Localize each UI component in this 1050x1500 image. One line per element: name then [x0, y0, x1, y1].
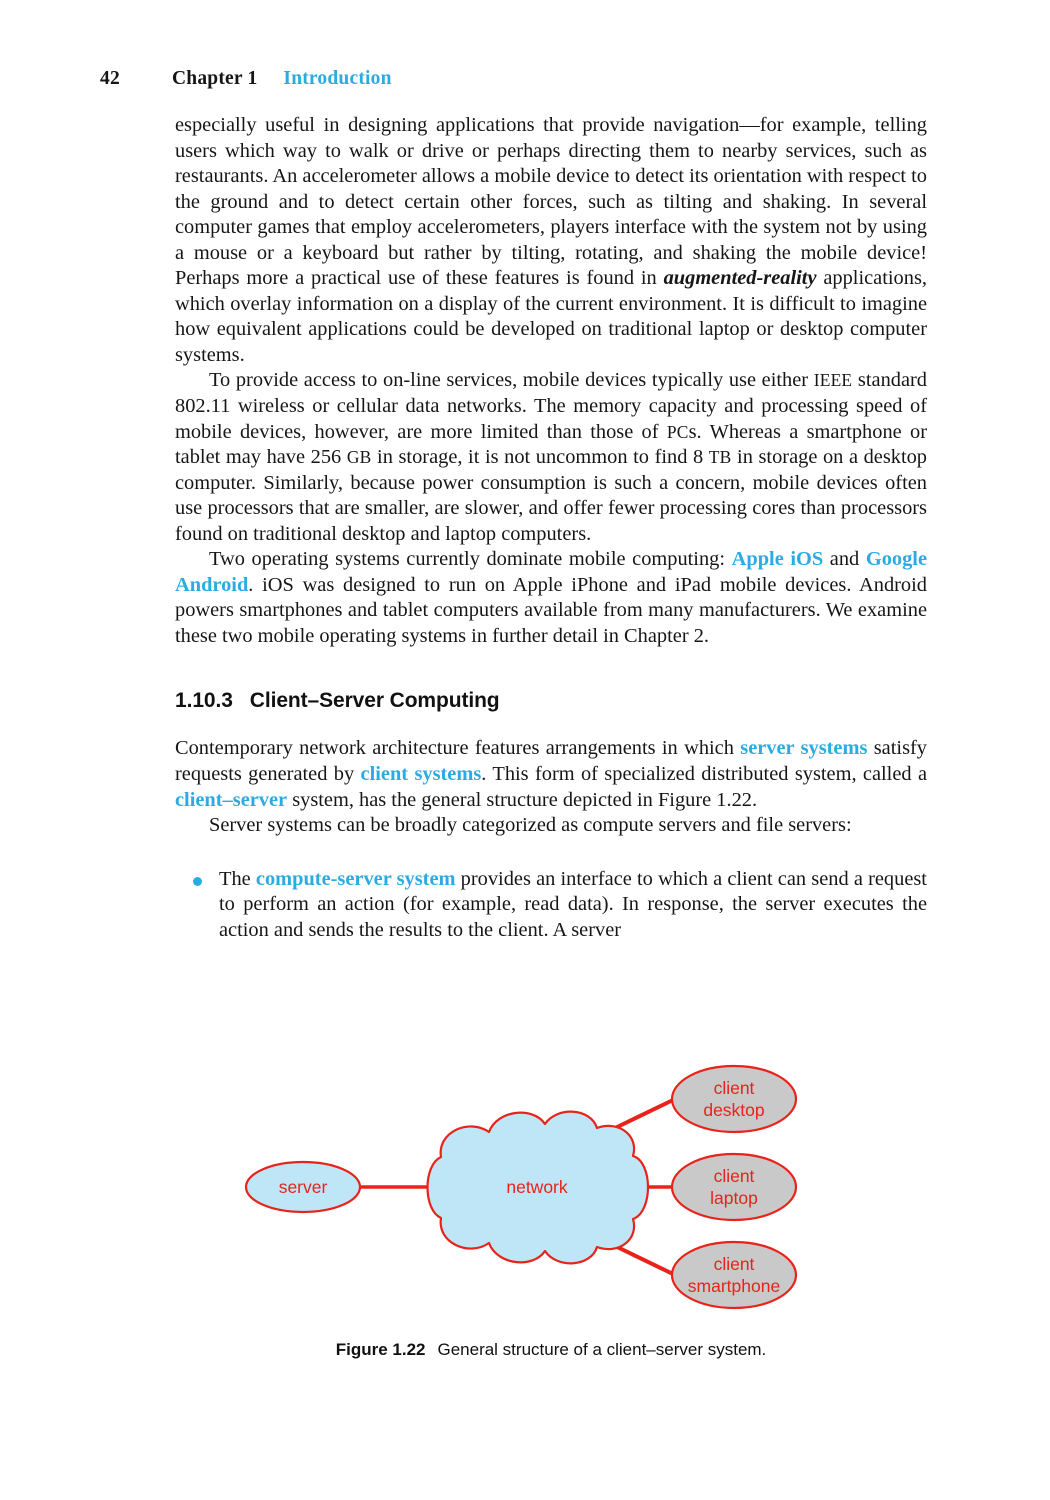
- figure-client-server-diagram: server network client desktop client lap…: [175, 1062, 927, 1312]
- bullet-dot-icon: [193, 876, 202, 886]
- paragraph-2: To provide access to on-line services, m…: [175, 368, 927, 547]
- term-apple-ios: Apple iOS: [731, 548, 824, 571]
- paragraph-3-part-b: and: [823, 548, 866, 571]
- term-client-systems: client systems: [360, 763, 482, 786]
- section-heading: 1.10.3 Client–Server Computing: [175, 689, 927, 713]
- figure-caption: Figure 1.22 General structure of a client…: [175, 1340, 927, 1360]
- client-desktop-label-line2: desktop: [703, 1100, 764, 1120]
- term-client-server: client–server: [175, 788, 288, 811]
- text-column: especially useful in designing applicati…: [175, 113, 927, 943]
- textbook-page: 42 Chapter 1 Introduction especially usefu…: [0, 0, 1050, 1500]
- bullet-1-part-a: The: [219, 867, 256, 890]
- client-smartphone-ellipse: [670, 1240, 798, 1310]
- acronym-pc: PC: [666, 421, 689, 442]
- node-client-desktop: client desktop: [670, 1064, 798, 1134]
- client-laptop-ellipse: [670, 1152, 798, 1222]
- client-smartphone-label-line1: client: [714, 1254, 755, 1274]
- term-compute-server-system: compute-server system: [255, 867, 456, 890]
- edge-network-smartphone: [610, 1242, 674, 1276]
- client-desktop-label-line1: client: [714, 1078, 755, 1098]
- node-client-smartphone: client smartphone: [670, 1240, 798, 1310]
- node-server: server: [244, 1160, 362, 1214]
- paragraph-3-part-c: . iOS was designed to run on Apple iPhon…: [175, 573, 927, 647]
- paragraph-4: Contemporary network architecture featur…: [175, 736, 927, 813]
- node-network: network: [426, 1110, 650, 1265]
- chapter-label: Chapter 1: [172, 68, 258, 89]
- paragraph-4-part-d: system, has the general structure depict…: [287, 788, 758, 811]
- client-laptop-label-line2: laptop: [710, 1188, 758, 1208]
- paragraph-1-part-a: especially useful in designing applicati…: [175, 114, 927, 290]
- chapter-title: Introduction: [283, 68, 392, 89]
- acronym-tb: TB: [708, 447, 732, 468]
- server-label: server: [279, 1177, 328, 1197]
- paragraph-2-part-a: To provide access to on-line services, m…: [209, 369, 814, 392]
- paragraph-2-part-d: in storage, it is not uncommon to find 8: [371, 446, 709, 469]
- paragraph-1-emphasis: augmented-reality: [663, 267, 817, 290]
- paragraph-4-part-c: . This form of specialized distributed s…: [481, 763, 927, 786]
- term-server-systems: server systems: [740, 737, 868, 760]
- client-smartphone-label-line2: smartphone: [688, 1276, 780, 1296]
- network-label: network: [506, 1177, 568, 1197]
- paragraph-3: Two operating systems currently dominate…: [175, 547, 927, 649]
- page-number: 42: [100, 68, 120, 89]
- client-desktop-ellipse: [670, 1064, 798, 1134]
- section-title: Client–Server Computing: [249, 689, 500, 713]
- acronym-ieee: IEEE: [813, 370, 853, 391]
- bullet-list: The compute-server system provides an in…: [175, 867, 927, 944]
- diagram-svg: server network client desktop client lap…: [244, 1064, 798, 1310]
- figure-caption-text: General structure of a client–server sys…: [437, 1340, 767, 1359]
- figure-caption-label: Figure 1.22: [335, 1340, 426, 1359]
- acronym-gb: GB: [346, 447, 372, 468]
- paragraph-5: Server systems can be broadly categorize…: [209, 814, 852, 837]
- node-client-laptop: client laptop: [670, 1152, 798, 1222]
- paragraph-1: especially useful in designing applicati…: [175, 113, 927, 368]
- list-item: The compute-server system provides an in…: [175, 867, 927, 944]
- edge-network-desktop: [610, 1098, 674, 1132]
- client-laptop-label-line1: client: [714, 1166, 755, 1186]
- paragraph-3-part-a: Two operating systems currently dominate…: [209, 548, 732, 571]
- running-head: 42 Chapter 1 Introduction: [100, 68, 950, 90]
- section-number: 1.10.3: [175, 689, 233, 713]
- paragraph-4-part-a: Contemporary network architecture featur…: [175, 737, 741, 760]
